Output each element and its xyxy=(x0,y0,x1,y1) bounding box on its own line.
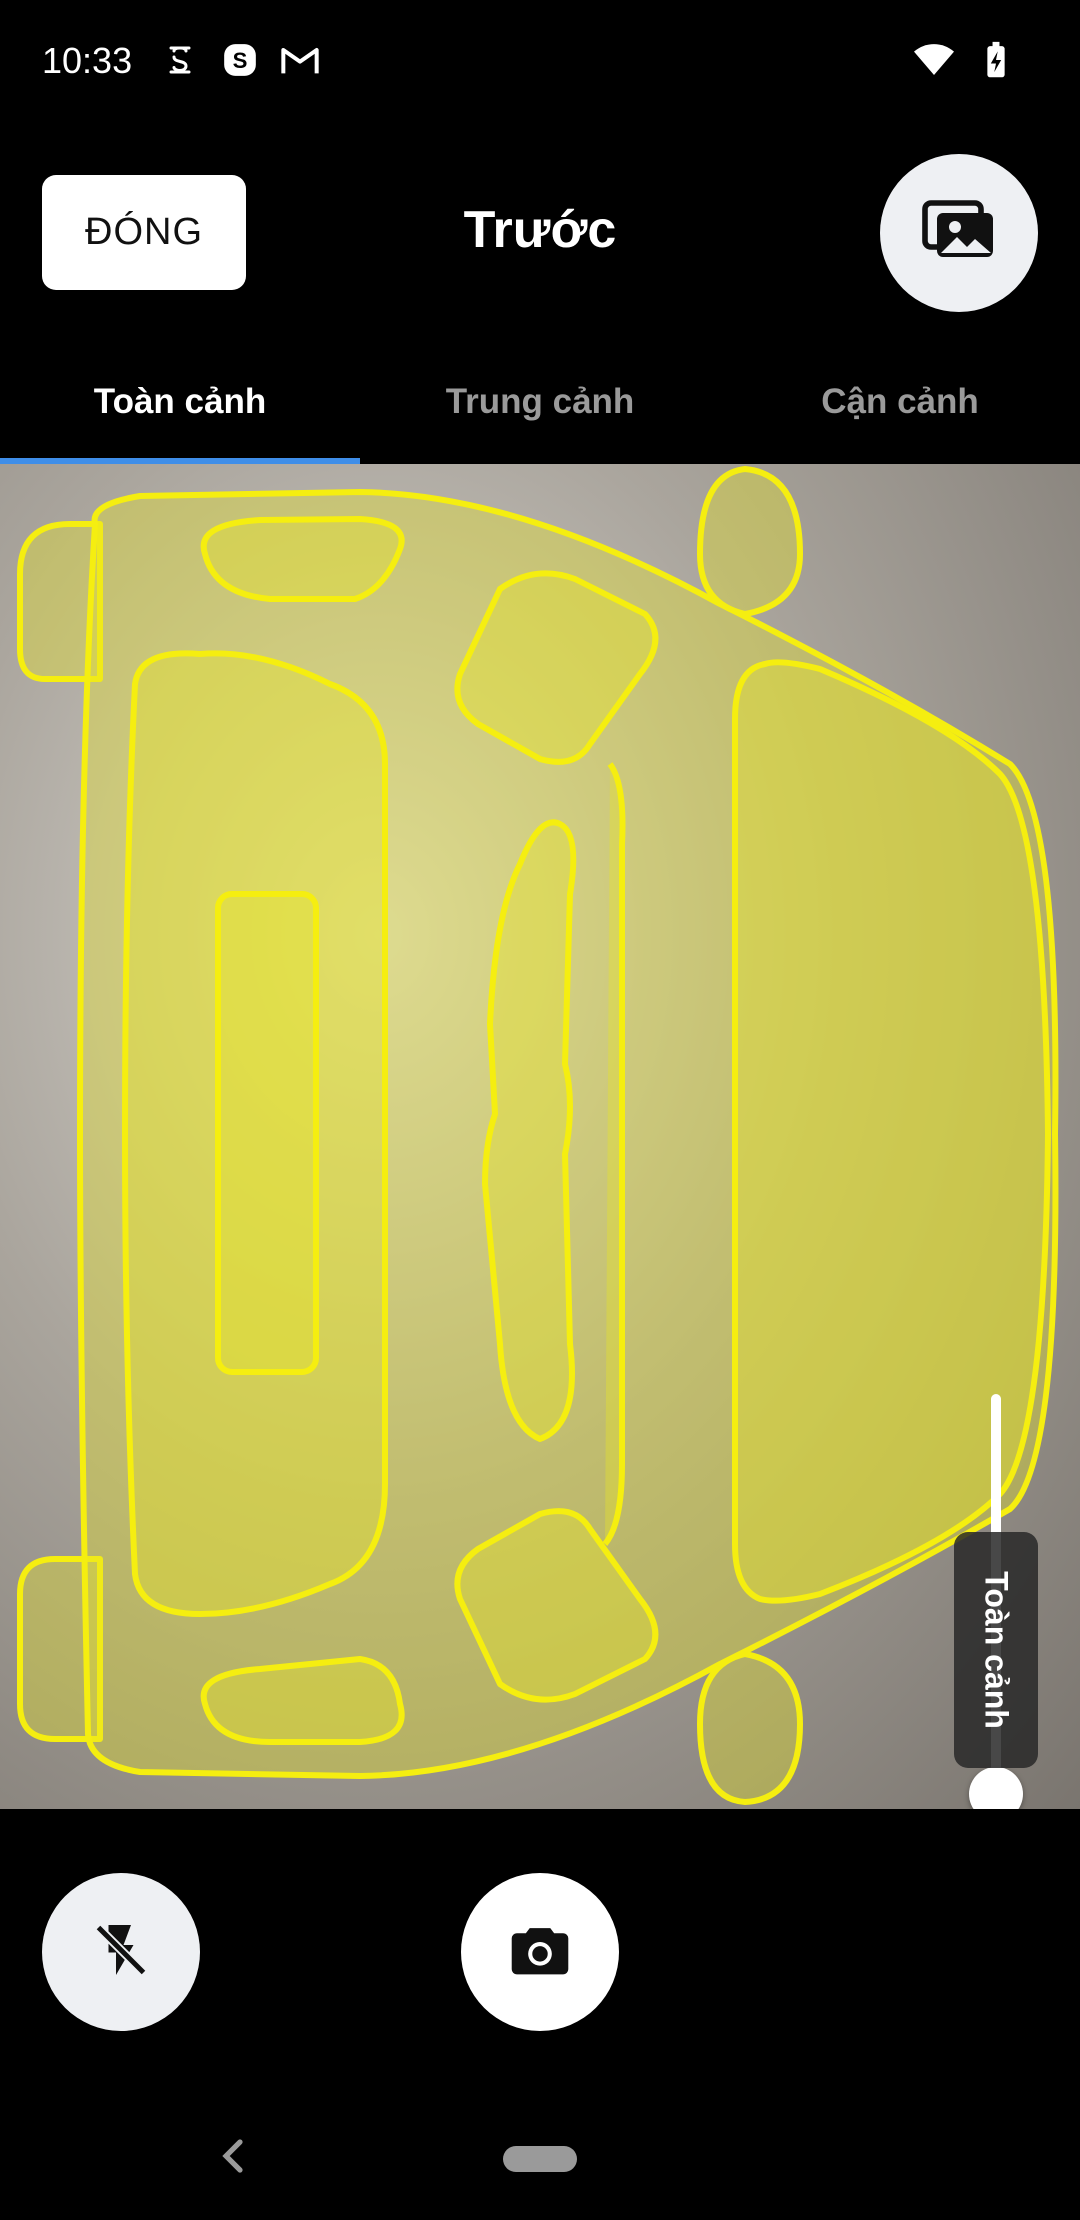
gmail-icon xyxy=(280,40,320,80)
svg-text:S: S xyxy=(233,48,248,73)
page-title: Trước xyxy=(463,201,617,259)
shutter-button[interactable] xyxy=(461,1873,619,2031)
status-time: 10:33 xyxy=(42,40,133,81)
back-chevron-icon[interactable] xyxy=(218,2136,248,2176)
license-plate xyxy=(215,891,319,1375)
battery-charging-icon xyxy=(976,40,1016,80)
flash-toggle-button[interactable] xyxy=(42,1873,200,2031)
headlight-top-left xyxy=(200,516,405,602)
view-tabs: Toàn cảnh Trung cảnh Cận cảnh xyxy=(0,340,1080,464)
tab-trung-canh[interactable]: Trung cảnh xyxy=(360,340,720,464)
wifi-icon xyxy=(914,40,954,80)
gallery-button[interactable] xyxy=(880,154,1038,312)
close-button[interactable]: ĐÓNG xyxy=(42,175,246,290)
lock-s-icon xyxy=(160,40,200,80)
car-front-guide-overlay xyxy=(17,466,1059,1805)
camera-viewport[interactable] xyxy=(0,464,1080,1809)
view-mode-badge: Toàn cảnh xyxy=(954,1532,1038,1768)
tab-can-canh[interactable]: Cận cảnh xyxy=(720,340,1080,464)
view-mode-label: Toàn cảnh xyxy=(978,1571,1015,1729)
mirror-bottom-right xyxy=(697,1651,803,1805)
home-pill-icon[interactable] xyxy=(503,2146,577,2172)
status-bar: 10:33 S xyxy=(0,0,1080,130)
skype-icon: S xyxy=(220,40,260,80)
flash-off-icon xyxy=(91,1920,151,1985)
gallery-icon xyxy=(921,199,997,268)
mirror-top-right xyxy=(697,466,803,617)
headlight-bottom-left xyxy=(200,1656,405,1745)
status-icons-left: S xyxy=(160,40,320,80)
status-icons-right xyxy=(914,40,1016,80)
tab-toan-canh[interactable]: Toàn cảnh xyxy=(0,340,360,464)
camera-icon xyxy=(509,1923,571,1982)
